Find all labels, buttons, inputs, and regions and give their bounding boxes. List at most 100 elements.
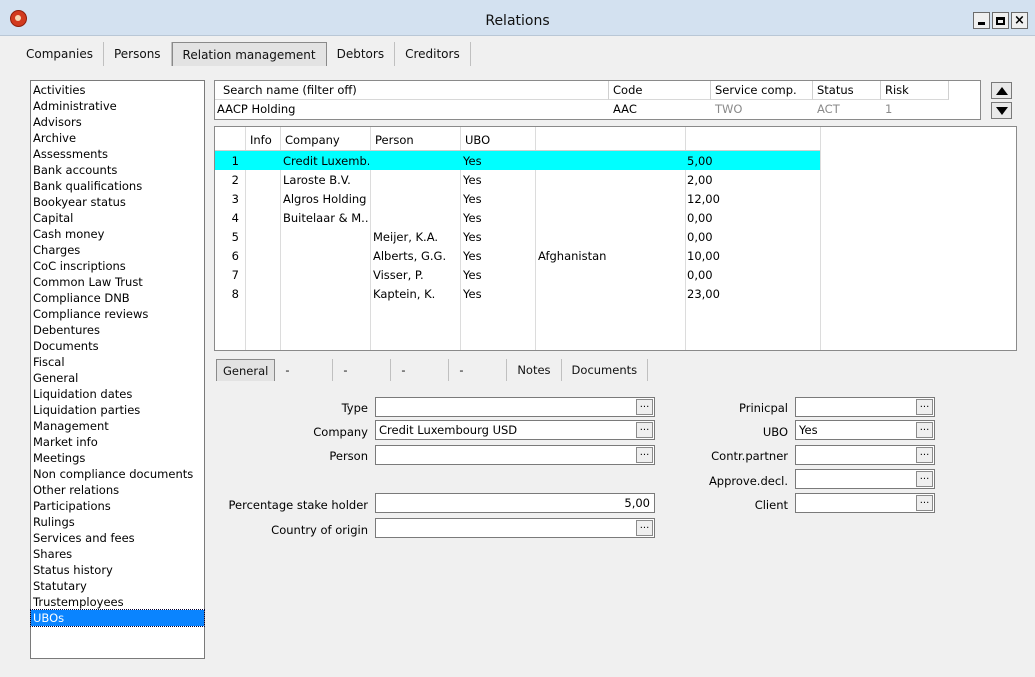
country-field[interactable]: ... <box>375 518 655 538</box>
sidebar-item[interactable]: Administrative <box>31 98 204 114</box>
category-list[interactable]: Activities Administrative Advisors Archive A… <box>30 80 205 659</box>
cell-ubo: Yes <box>463 268 482 282</box>
sidebar-item[interactable]: Meetings <box>31 450 204 466</box>
sidebar-item[interactable]: Market info <box>31 434 204 450</box>
tab-blank-2[interactable]: - <box>333 359 392 381</box>
title-bar: Relations × <box>0 0 1035 36</box>
table-row[interactable]: 2 Laroste B.V. Yes 2,00 <box>215 170 820 189</box>
tab-blank-1[interactable]: - <box>275 359 334 381</box>
principal-field[interactable]: ... <box>795 397 935 417</box>
grid-header-info[interactable]: Info <box>250 133 272 147</box>
filter-row[interactable]: AACP Holding AAC TWO ACT 1 <box>215 100 980 119</box>
tab-notes[interactable]: Notes <box>507 359 562 381</box>
sidebar-item[interactable]: Documents <box>31 338 204 354</box>
table-row[interactable]: 1 Credit Luxemb... Yes 5,00 <box>215 151 820 170</box>
contr-partner-field[interactable]: ... <box>795 445 935 465</box>
tab-companies[interactable]: Companies <box>16 42 104 66</box>
sidebar-item[interactable]: Cash money <box>31 226 204 242</box>
cell-ubo: Yes <box>463 230 482 244</box>
table-row[interactable]: 3 Algros Holding Yes 12,00 <box>215 189 820 208</box>
window-title: Relations <box>485 13 550 29</box>
ubo-field[interactable]: Yes ... <box>795 420 935 440</box>
sidebar-item[interactable]: Bookyear status <box>31 194 204 210</box>
sidebar-item[interactable]: Trustemployees <box>31 594 204 610</box>
sidebar-item[interactable]: Common Law Trust <box>31 274 204 290</box>
cell-company: Buitelaar & M... <box>283 211 369 225</box>
table-row[interactable]: 8 Kaptein, K. Yes 23,00 <box>215 284 820 303</box>
sidebar-item[interactable]: Status history <box>31 562 204 578</box>
sidebar-item[interactable]: Participations <box>31 498 204 514</box>
relation-filter-table[interactable]: Search name (filter off) Code Service co… <box>214 80 981 120</box>
person-field[interactable]: ... <box>375 445 655 465</box>
header-status[interactable]: Status <box>813 81 881 100</box>
client-lookup-button[interactable]: ... <box>916 495 933 511</box>
tab-blank-4[interactable]: - <box>449 359 508 381</box>
type-field[interactable]: ... <box>375 397 655 417</box>
header-service-comp[interactable]: Service comp. <box>711 81 813 100</box>
sidebar-item[interactable]: Bank qualifications <box>31 178 204 194</box>
approve-decl-field[interactable]: ... <box>795 469 935 489</box>
table-row[interactable]: 7 Visser, P. Yes 0,00 <box>215 265 820 284</box>
sidebar-item[interactable]: Non compliance documents <box>31 466 204 482</box>
row-number: 1 <box>231 154 239 168</box>
grid-header-company[interactable]: Company <box>285 133 340 147</box>
ubo-grid[interactable]: Info Company Person UBO 1 Credit Luxemb..… <box>214 126 1017 351</box>
scroll-down-button[interactable] <box>991 102 1012 119</box>
principal-lookup-button[interactable]: ... <box>916 399 933 415</box>
cell-percentage: 23,00 <box>687 287 720 301</box>
tab-creditors[interactable]: Creditors <box>395 42 471 66</box>
tab-documents[interactable]: Documents <box>562 359 649 381</box>
sidebar-item[interactable]: Advisors <box>31 114 204 130</box>
minimize-button[interactable] <box>973 12 990 29</box>
sidebar-item[interactable]: Liquidation dates <box>31 386 204 402</box>
maximize-button[interactable] <box>992 12 1009 29</box>
header-search-name[interactable]: Search name (filter off) <box>215 81 609 100</box>
sidebar-item[interactable]: Rulings <box>31 514 204 530</box>
sidebar-item[interactable]: Fiscal <box>31 354 204 370</box>
cell-company: Credit Luxemb... <box>283 154 369 168</box>
table-row[interactable]: 5 Meijer, K.A. Yes 0,00 <box>215 227 820 246</box>
country-label: Country of origin <box>271 523 368 537</box>
sidebar-item[interactable]: Compliance reviews <box>31 306 204 322</box>
country-lookup-button[interactable]: ... <box>636 520 653 536</box>
sidebar-item[interactable]: Statutary <box>31 578 204 594</box>
sidebar-item[interactable]: Assessments <box>31 146 204 162</box>
header-risk[interactable]: Risk <box>881 81 949 100</box>
close-button[interactable]: × <box>1011 12 1028 29</box>
sidebar-item[interactable]: Services and fees <box>31 530 204 546</box>
stake-field[interactable]: 5,00 <box>375 493 655 513</box>
sidebar-item[interactable]: Shares <box>31 546 204 562</box>
approve-decl-lookup-button[interactable]: ... <box>916 471 933 487</box>
header-code[interactable]: Code <box>609 81 711 100</box>
sidebar-item[interactable]: General <box>31 370 204 386</box>
tab-relation-management[interactable]: Relation management <box>171 42 327 66</box>
sidebar-item[interactable]: Compliance DNB <box>31 290 204 306</box>
sidebar-item[interactable]: CoC inscriptions <box>31 258 204 274</box>
sidebar-item[interactable]: UBOs <box>30 609 205 627</box>
client-field[interactable]: ... <box>795 493 935 513</box>
sidebar-item[interactable]: Management <box>31 418 204 434</box>
sidebar-item[interactable]: Bank accounts <box>31 162 204 178</box>
tab-debtors[interactable]: Debtors <box>327 42 396 66</box>
row-number: 3 <box>231 192 239 206</box>
sidebar-item[interactable]: Capital <box>31 210 204 226</box>
tab-persons[interactable]: Persons <box>104 42 172 66</box>
sidebar-item[interactable]: Debentures <box>31 322 204 338</box>
sidebar-item[interactable]: Archive <box>31 130 204 146</box>
tab-general[interactable]: General <box>216 359 276 381</box>
grid-header-ubo[interactable]: UBO <box>465 133 490 147</box>
cell-percentage: 2,00 <box>687 173 713 187</box>
tab-blank-3[interactable]: - <box>391 359 450 381</box>
sidebar-item[interactable]: Charges <box>31 242 204 258</box>
ubo-lookup-button[interactable]: ... <box>916 422 933 438</box>
sidebar-item[interactable]: Other relations <box>31 482 204 498</box>
contr-partner-lookup-button[interactable]: ... <box>916 447 933 463</box>
scroll-up-button[interactable] <box>991 82 1012 99</box>
table-row[interactable]: 4 Buitelaar & M... Yes 0,00 <box>215 208 820 227</box>
cell-percentage: 10,00 <box>687 249 720 263</box>
grid-header-person[interactable]: Person <box>375 133 414 147</box>
sidebar-item[interactable]: Liquidation parties <box>31 402 204 418</box>
company-field[interactable]: Credit Luxembourg USD ... <box>375 420 655 440</box>
sidebar-item[interactable]: Activities <box>31 82 204 98</box>
table-row[interactable]: 6 Alberts, G.G. Yes Afghanistan 10,00 <box>215 246 820 265</box>
